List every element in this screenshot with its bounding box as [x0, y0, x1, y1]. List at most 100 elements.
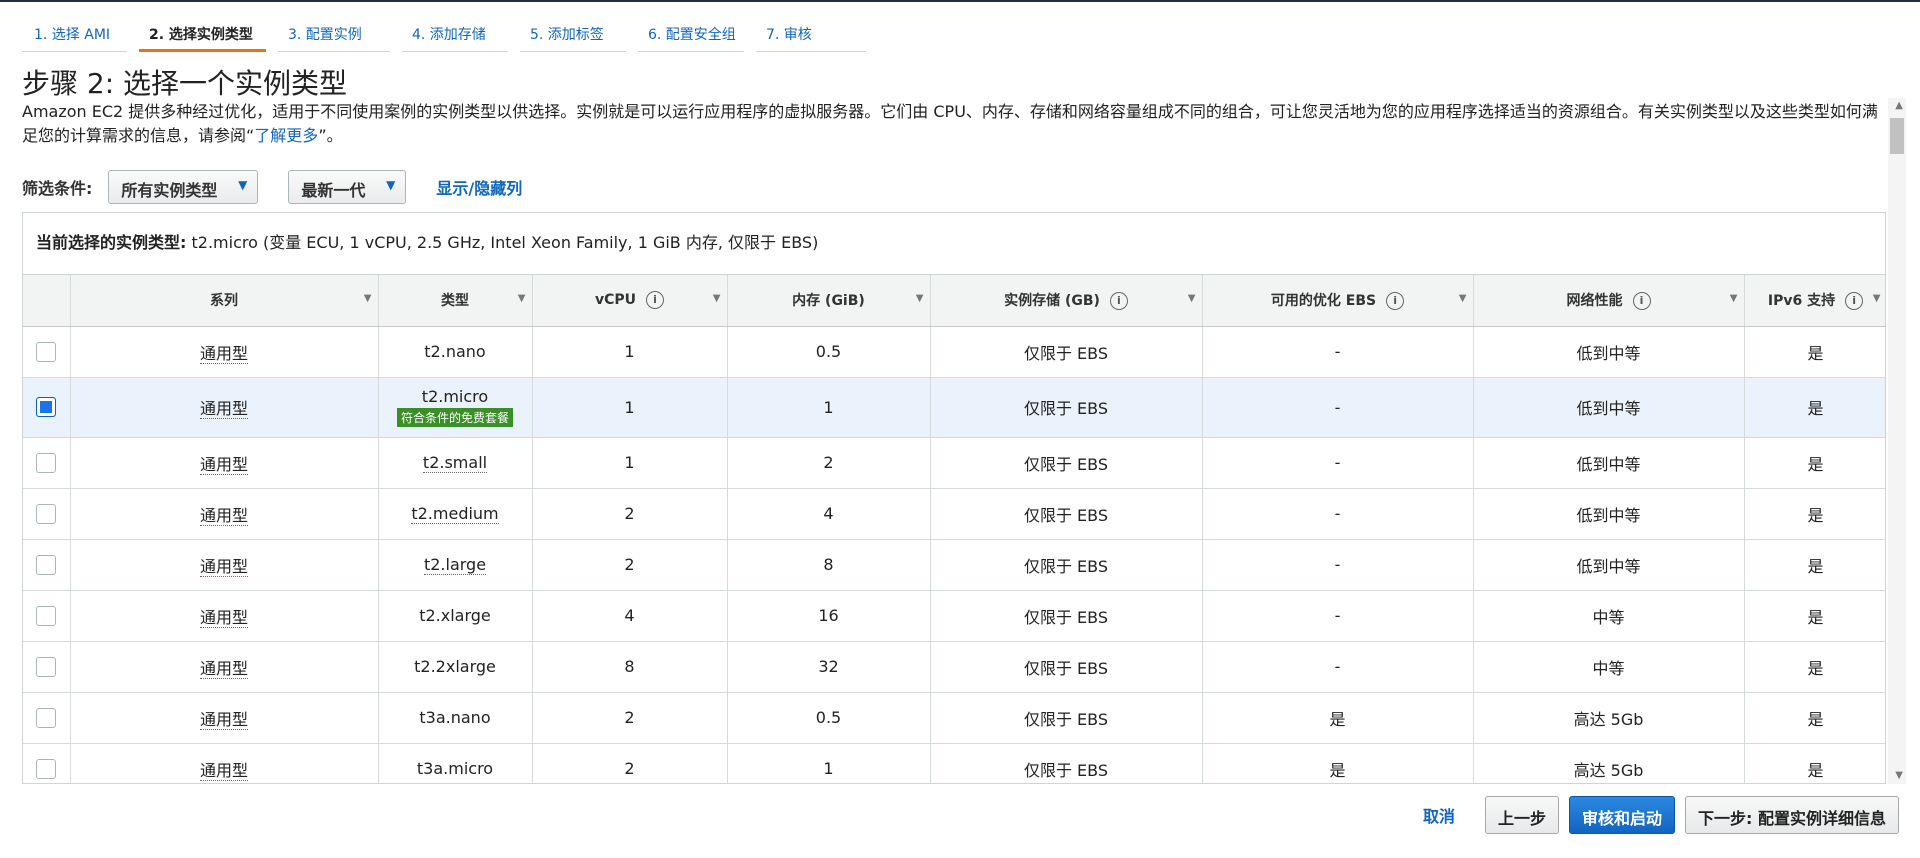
- vcpu-cell: 4: [532, 590, 728, 642]
- ebs-cell: -: [1202, 539, 1474, 591]
- column-header-label: vCPU: [594, 292, 637, 309]
- memory-cell: 8: [727, 539, 931, 591]
- previous-button[interactable]: 上一步: [1484, 796, 1559, 834]
- family-cell: 通用型: [199, 399, 248, 419]
- tab-configure-instance[interactable]: 3. 配置实例: [278, 18, 390, 52]
- column-header-instance-storage[interactable]: 实例存储 (GB) i ▼: [930, 275, 1203, 327]
- ebs-cell: -: [1202, 437, 1474, 489]
- instance-type-filter-select[interactable]: 所有实例类型 ▼: [108, 170, 259, 204]
- table-row[interactable]: 通用型 t2.xlarge 4 16 仅限于 EBS - 中等 是: [23, 590, 1885, 642]
- type-cell: t2.large: [423, 555, 487, 575]
- storage-cell: 仅限于 EBS: [930, 326, 1203, 378]
- page-scrollbar[interactable]: [1888, 98, 1906, 784]
- column-header-label: 可用的优化 EBS: [1270, 293, 1377, 310]
- table-row[interactable]: 通用型 t3a.micro 2 1 仅限于 EBS 是 高达 5Gb 是: [23, 743, 1885, 783]
- tab-choose-instance-type[interactable]: 2. 选择实例类型: [139, 18, 266, 52]
- column-header-label: IPv6 支持: [1767, 293, 1836, 310]
- family-cell: 通用型: [199, 343, 248, 364]
- storage-cell: 仅限于 EBS: [930, 743, 1203, 783]
- network-cell: 高达 5Gb: [1473, 692, 1745, 744]
- family-cell: 通用型: [199, 454, 248, 475]
- sort-icon[interactable]: ▼: [364, 293, 372, 304]
- row-checkbox[interactable]: [36, 397, 57, 418]
- type-cell: t2.small: [422, 453, 488, 473]
- tab-add-tags[interactable]: 5. 添加标签: [520, 18, 626, 52]
- family-cell: 通用型: [199, 658, 248, 679]
- table-row[interactable]: 通用型 t2.medium 2 4 仅限于 EBS - 低到中等 是: [23, 488, 1885, 540]
- ipv6-cell: 是: [1744, 692, 1885, 744]
- sort-icon[interactable]: ▼: [1730, 293, 1738, 304]
- table-row[interactable]: 通用型 t3a.nano 2 0.5 仅限于 EBS 是 高达 5Gb 是: [23, 692, 1885, 744]
- table-row-selected[interactable]: 通用型 t2.micro 符合条件的免费套餐 1 1 仅限于 EBS - 低到中…: [23, 377, 1885, 438]
- info-icon[interactable]: i: [1109, 292, 1128, 311]
- ebs-cell: -: [1202, 641, 1474, 693]
- tab-configure-security-group[interactable]: 6. 配置安全组: [638, 18, 744, 52]
- memory-cell: 1: [727, 377, 931, 438]
- family-cell: 通用型: [199, 709, 248, 730]
- column-header-vcpu[interactable]: vCPU i ▼: [532, 275, 728, 327]
- vcpu-cell: 2: [532, 488, 728, 540]
- column-header-type[interactable]: 类型 ▼: [378, 275, 533, 327]
- column-header-label: 实例存储 (GB): [1004, 293, 1100, 310]
- row-checkbox[interactable]: [36, 554, 57, 575]
- vcpu-cell: 1: [532, 326, 728, 378]
- sort-icon[interactable]: ▼: [713, 293, 721, 304]
- row-checkbox[interactable]: [36, 758, 57, 779]
- table-row[interactable]: 通用型 t2.2xlarge 8 32 仅限于 EBS - 中等 是: [23, 641, 1885, 693]
- type-cell: t3a.micro: [378, 743, 533, 783]
- memory-cell: 1: [727, 743, 931, 783]
- ipv6-cell: 是: [1744, 590, 1885, 642]
- review-and-launch-button[interactable]: 审核和启动: [1569, 796, 1676, 834]
- ipv6-cell: 是: [1744, 437, 1885, 489]
- table-row[interactable]: 通用型 t2.nano 1 0.5 仅限于 EBS - 低到中等 是: [23, 326, 1885, 378]
- tab-review[interactable]: 7. 审核: [756, 18, 866, 52]
- next-configure-instance-button[interactable]: 下一步: 配置实例详细信息: [1685, 796, 1899, 834]
- top-border: [0, 0, 1920, 2]
- sort-icon[interactable]: ▼: [1459, 293, 1467, 304]
- ebs-cell: 是: [1202, 743, 1474, 783]
- scroll-up-icon[interactable]: ▲: [1895, 100, 1903, 111]
- description-end: ”。: [318, 126, 343, 145]
- row-checkbox[interactable]: [36, 656, 57, 677]
- sort-icon[interactable]: ▼: [518, 293, 526, 304]
- sort-icon[interactable]: ▼: [1873, 293, 1881, 304]
- generation-filter-value: 最新一代: [301, 181, 366, 200]
- column-header-memory[interactable]: 内存 (GiB) ▼: [727, 275, 931, 327]
- row-checkbox[interactable]: [36, 605, 57, 626]
- tab-choose-ami[interactable]: 1. 选择 AMI: [22, 18, 127, 52]
- ipv6-cell: 是: [1744, 488, 1885, 540]
- sort-icon[interactable]: ▼: [1188, 293, 1196, 304]
- storage-cell: 仅限于 EBS: [930, 692, 1203, 744]
- network-cell: 低到中等: [1473, 326, 1745, 378]
- row-checkbox[interactable]: [36, 503, 57, 524]
- column-header-network[interactable]: 网络性能 i ▼: [1473, 275, 1745, 327]
- sort-icon[interactable]: ▼: [916, 293, 924, 304]
- table-row[interactable]: 通用型 t2.small 1 2 仅限于 EBS - 低到中等 是: [23, 437, 1885, 489]
- info-icon[interactable]: i: [1632, 292, 1651, 311]
- table-row[interactable]: 通用型 t2.large 2 8 仅限于 EBS - 低到中等 是: [23, 539, 1885, 591]
- row-checkbox[interactable]: [36, 707, 57, 728]
- info-icon[interactable]: i: [1386, 292, 1405, 311]
- storage-cell: 仅限于 EBS: [930, 488, 1203, 540]
- info-icon[interactable]: i: [646, 291, 665, 310]
- memory-cell: 16: [727, 590, 931, 642]
- row-checkbox[interactable]: [36, 452, 57, 473]
- learn-more-link[interactable]: 了解更多: [254, 126, 318, 145]
- generation-filter-select[interactable]: 最新一代 ▼: [288, 170, 407, 204]
- show-hide-columns-link[interactable]: 显示/隐藏列: [436, 175, 522, 199]
- info-icon[interactable]: i: [1845, 292, 1864, 311]
- column-header-label: 内存 (GiB): [792, 293, 865, 310]
- column-header-family[interactable]: 系列 ▼: [70, 275, 379, 327]
- tab-add-storage[interactable]: 4. 添加存储: [402, 18, 508, 52]
- network-cell: 低到中等: [1473, 377, 1745, 438]
- chevron-down-icon: ▼: [386, 178, 396, 192]
- scroll-down-icon[interactable]: ▼: [1895, 770, 1903, 781]
- column-header-ipv6[interactable]: IPv6 支持 i ▼: [1744, 275, 1885, 327]
- ebs-cell: -: [1202, 590, 1474, 642]
- cancel-button[interactable]: 取消: [1423, 803, 1455, 827]
- scrollbar-thumb[interactable]: [1890, 118, 1904, 154]
- vcpu-cell: 2: [532, 743, 728, 783]
- column-header-ebs-optimized[interactable]: 可用的优化 EBS i ▼: [1202, 275, 1474, 327]
- type-cell: t2.xlarge: [378, 590, 533, 642]
- row-checkbox[interactable]: [36, 341, 57, 362]
